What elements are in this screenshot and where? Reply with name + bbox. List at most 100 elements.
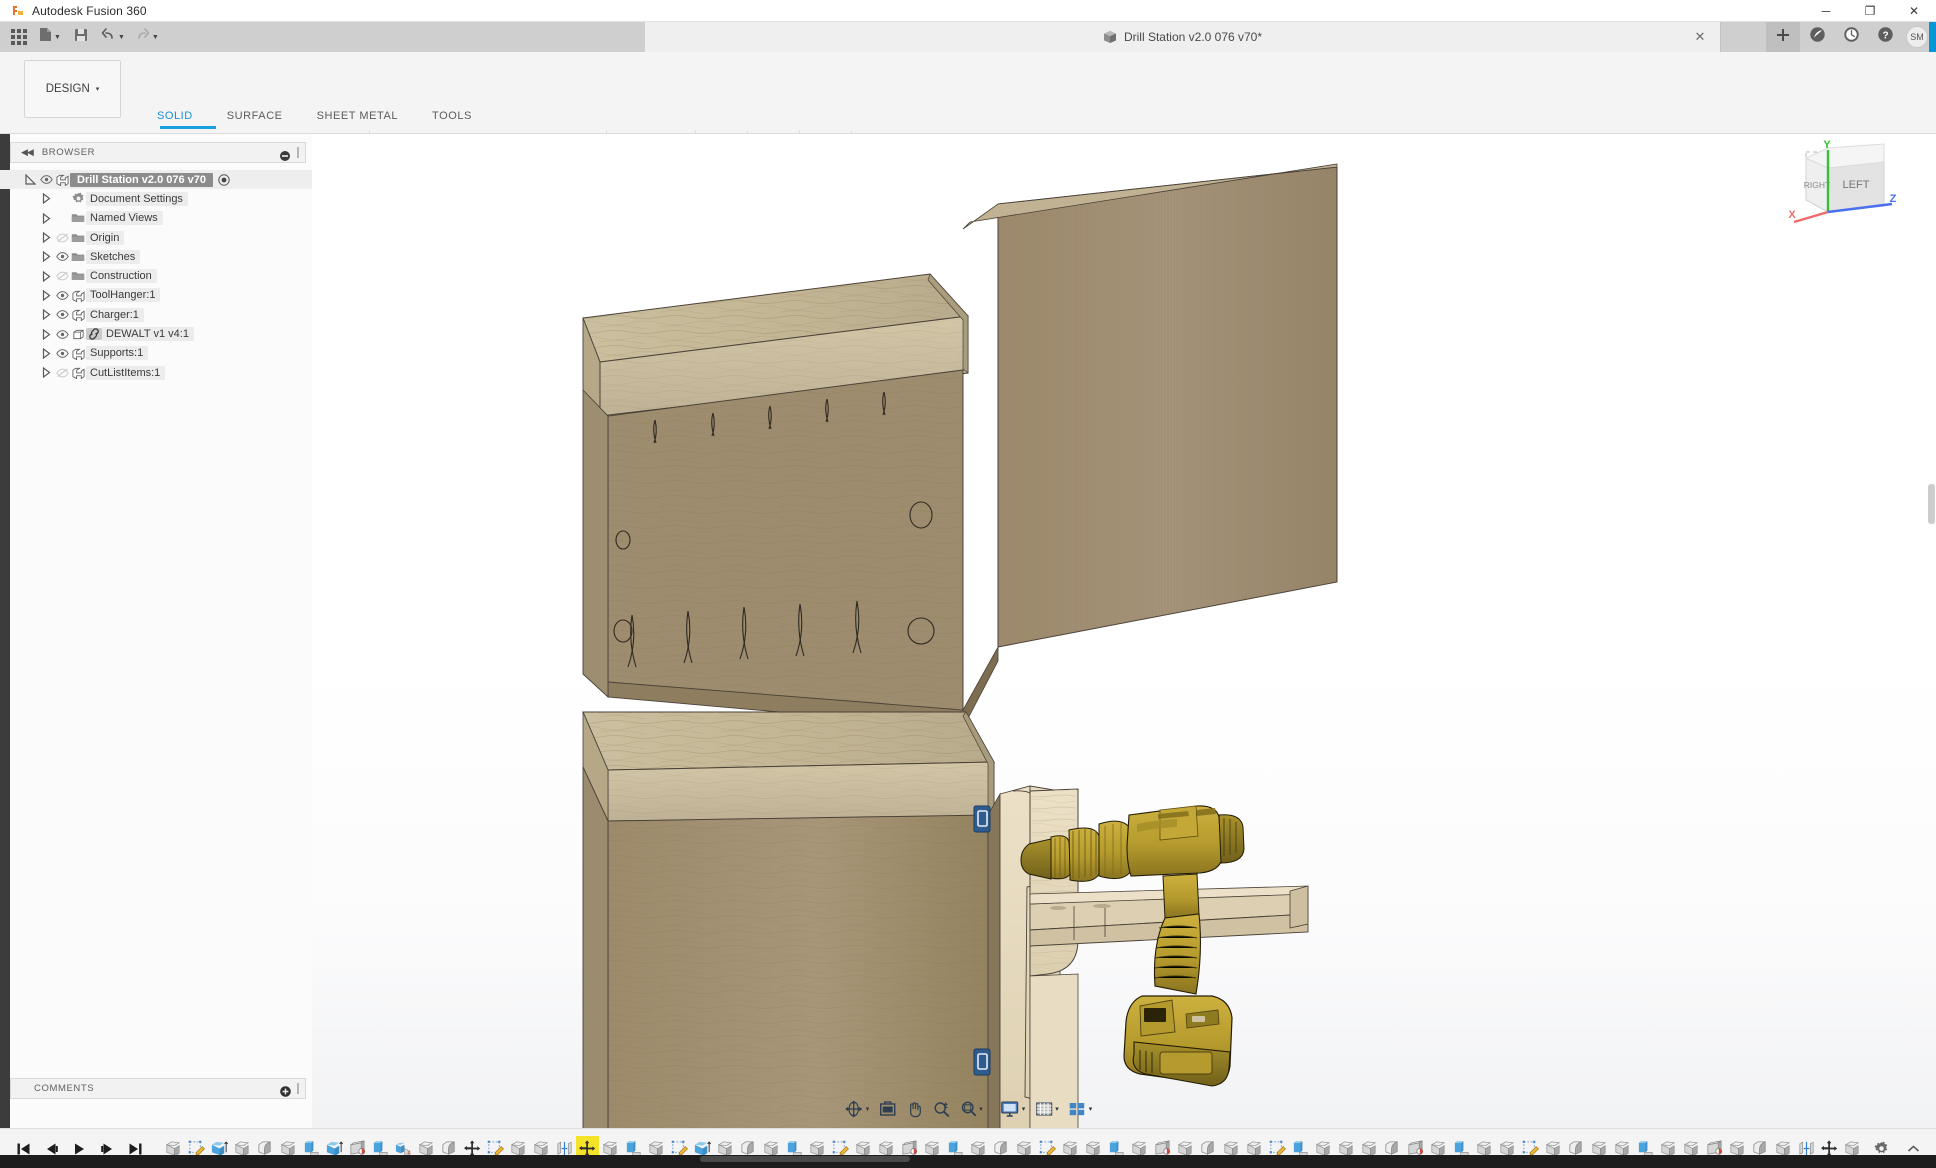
visibility-eye-icon[interactable] xyxy=(54,310,70,320)
tab-tools[interactable]: TOOLS xyxy=(415,110,489,122)
expander-collapsed-icon[interactable] xyxy=(38,232,54,244)
tree-node-cutlistitems[interactable]: CutListItems:1 xyxy=(0,363,312,382)
visibility-eye-icon[interactable] xyxy=(54,329,70,339)
viewport-scrollbar[interactable] xyxy=(1928,484,1935,524)
display-settings-button[interactable]: ▾ xyxy=(997,1096,1029,1122)
expander-collapsed-icon[interactable] xyxy=(38,193,54,205)
expander-collapsed-icon[interactable] xyxy=(38,328,54,340)
zoom-fit-icon xyxy=(961,1101,976,1117)
document-tab[interactable]: Drill Station v2.0 076 v70* ✕ xyxy=(645,22,1721,52)
component-icon xyxy=(70,347,86,360)
close-button[interactable]: ✕ xyxy=(1892,0,1936,22)
viewcube-face-right[interactable]: LEFT xyxy=(1843,179,1870,191)
active-tab-indicator xyxy=(160,126,216,129)
maximize-button[interactable]: ❐ xyxy=(1848,0,1892,22)
monitor-icon xyxy=(1001,1101,1019,1117)
view-cube[interactable]: RIGHT LEFT Y X Z xyxy=(1788,139,1898,240)
help-button[interactable]: ? xyxy=(1868,22,1902,52)
tree-node-dewalt[interactable]: DEWALT v1 v4:1 xyxy=(0,324,312,343)
fusion-logo-icon xyxy=(12,4,25,17)
tree-node-sketches[interactable]: Sketches xyxy=(0,247,312,266)
tree-node-label: CutListItems:1 xyxy=(86,365,166,380)
chevron-up-icon xyxy=(1907,1144,1919,1152)
redo-button[interactable]: ▼ xyxy=(131,24,163,50)
axis-y-label: Y xyxy=(1823,140,1831,151)
chevron-down-icon: ▾ xyxy=(95,86,100,93)
hand-pan-icon xyxy=(909,1102,921,1118)
visibility-hidden-eye-icon[interactable] xyxy=(54,368,70,378)
viewcube-face-front[interactable]: RIGHT xyxy=(1804,180,1830,190)
fit-button[interactable]: ▾ xyxy=(956,1096,986,1122)
horizontal-scrollbar[interactable] xyxy=(700,1156,910,1162)
pan-button[interactable] xyxy=(902,1096,926,1122)
tab-solid[interactable]: SOLID xyxy=(140,110,210,122)
activate-component-radio[interactable] xyxy=(216,173,232,186)
tab-surface[interactable]: SURFACE xyxy=(210,110,300,122)
plus-circle-icon[interactable] xyxy=(280,1084,291,1097)
visibility-eye-icon[interactable] xyxy=(54,291,70,300)
skip-end-icon xyxy=(129,1143,141,1154)
window-title-bar: Autodesk Fusion 360 ─ ❐ ✕ xyxy=(0,0,1936,22)
workspace-switcher[interactable]: DESIGN ▾ xyxy=(24,60,121,118)
chevron-down-icon: ▼ xyxy=(151,33,159,41)
tree-node-charger[interactable]: Charger:1 xyxy=(0,305,312,324)
close-document-tab-button[interactable]: ✕ xyxy=(1692,29,1708,45)
expander-collapsed-icon[interactable] xyxy=(38,212,54,224)
grid-snap-button[interactable]: ▾ xyxy=(1031,1096,1062,1122)
tree-node-supports[interactable]: Supports:1 xyxy=(0,344,312,363)
tree-node-label: Construction xyxy=(86,269,157,284)
app-grid-button[interactable] xyxy=(5,24,33,50)
new-document-button[interactable]: ▼ xyxy=(35,24,65,50)
tree-node-toolhanger[interactable]: ToolHanger:1 xyxy=(0,286,312,305)
tree-node-document-settings[interactable]: Document Settings xyxy=(0,189,312,208)
visibility-hidden-eye-icon[interactable] xyxy=(54,271,70,281)
expander-collapsed-icon[interactable] xyxy=(38,367,54,379)
expander-collapsed-icon[interactable] xyxy=(38,347,54,359)
zoom-button[interactable] xyxy=(929,1096,953,1122)
look-at-button[interactable] xyxy=(875,1096,899,1122)
undo-button[interactable]: ▼ xyxy=(97,24,129,50)
tree-node-root[interactable]: Drill Station v2.0 076 v70 xyxy=(0,170,312,190)
tree-node-label: Supports:1 xyxy=(86,346,149,361)
step-back-icon xyxy=(46,1143,58,1154)
visibility-eye-icon[interactable] xyxy=(54,348,70,358)
panel-resize-grip[interactable] xyxy=(297,1083,299,1094)
redo-arrow-icon xyxy=(135,28,150,46)
gear-icon xyxy=(1874,1141,1887,1154)
visibility-eye-icon[interactable] xyxy=(54,252,70,262)
expander-collapsed-icon[interactable] xyxy=(38,309,54,321)
viewports-button[interactable]: ▾ xyxy=(1065,1096,1096,1122)
collapse-left-icon[interactable]: ◀◀ xyxy=(21,147,34,158)
appbar-right-tools: ? SM xyxy=(1766,22,1936,52)
floppy-disk-icon xyxy=(74,28,88,47)
chevron-down-icon: ▾ xyxy=(979,1106,983,1113)
panel-resize-grip[interactable] xyxy=(297,147,299,158)
expander-collapsed-icon[interactable] xyxy=(38,270,54,282)
data-panel-button[interactable] xyxy=(1800,22,1834,52)
add-tab-button[interactable] xyxy=(1766,22,1800,52)
minus-circle-icon[interactable] xyxy=(280,148,290,161)
component-icon xyxy=(54,173,70,187)
folder-icon xyxy=(70,270,86,282)
visibility-hidden-eye-icon[interactable] xyxy=(54,233,70,243)
job-status-button[interactable] xyxy=(1834,22,1868,52)
browser-header: ◀◀ BROWSER xyxy=(10,142,306,163)
minimize-button[interactable]: ─ xyxy=(1804,0,1848,22)
visibility-eye-icon[interactable] xyxy=(38,175,54,185)
tab-sheet-metal[interactable]: SHEET METAL xyxy=(300,110,415,122)
avatar[interactable]: SM xyxy=(1906,26,1928,48)
orbit-button[interactable]: ▾ xyxy=(841,1096,873,1122)
tree-node-construction[interactable]: Construction xyxy=(0,266,312,285)
step-forward-icon xyxy=(100,1143,112,1154)
body-cube-icon xyxy=(70,328,86,341)
expander-collapsed-icon[interactable] xyxy=(38,289,54,301)
tree-node-named-views[interactable]: Named Views xyxy=(0,209,312,228)
undo-arrow-icon xyxy=(101,28,116,46)
expander-expanded-icon[interactable] xyxy=(22,174,38,185)
comments-panel-header[interactable]: COMMENTS xyxy=(10,1078,306,1099)
tree-node-origin[interactable]: Origin xyxy=(0,228,312,247)
chevron-down-icon: ▾ xyxy=(1021,1106,1026,1113)
expander-collapsed-icon[interactable] xyxy=(38,251,54,263)
save-button[interactable] xyxy=(67,24,95,50)
chevron-down-icon: ▼ xyxy=(54,33,61,41)
